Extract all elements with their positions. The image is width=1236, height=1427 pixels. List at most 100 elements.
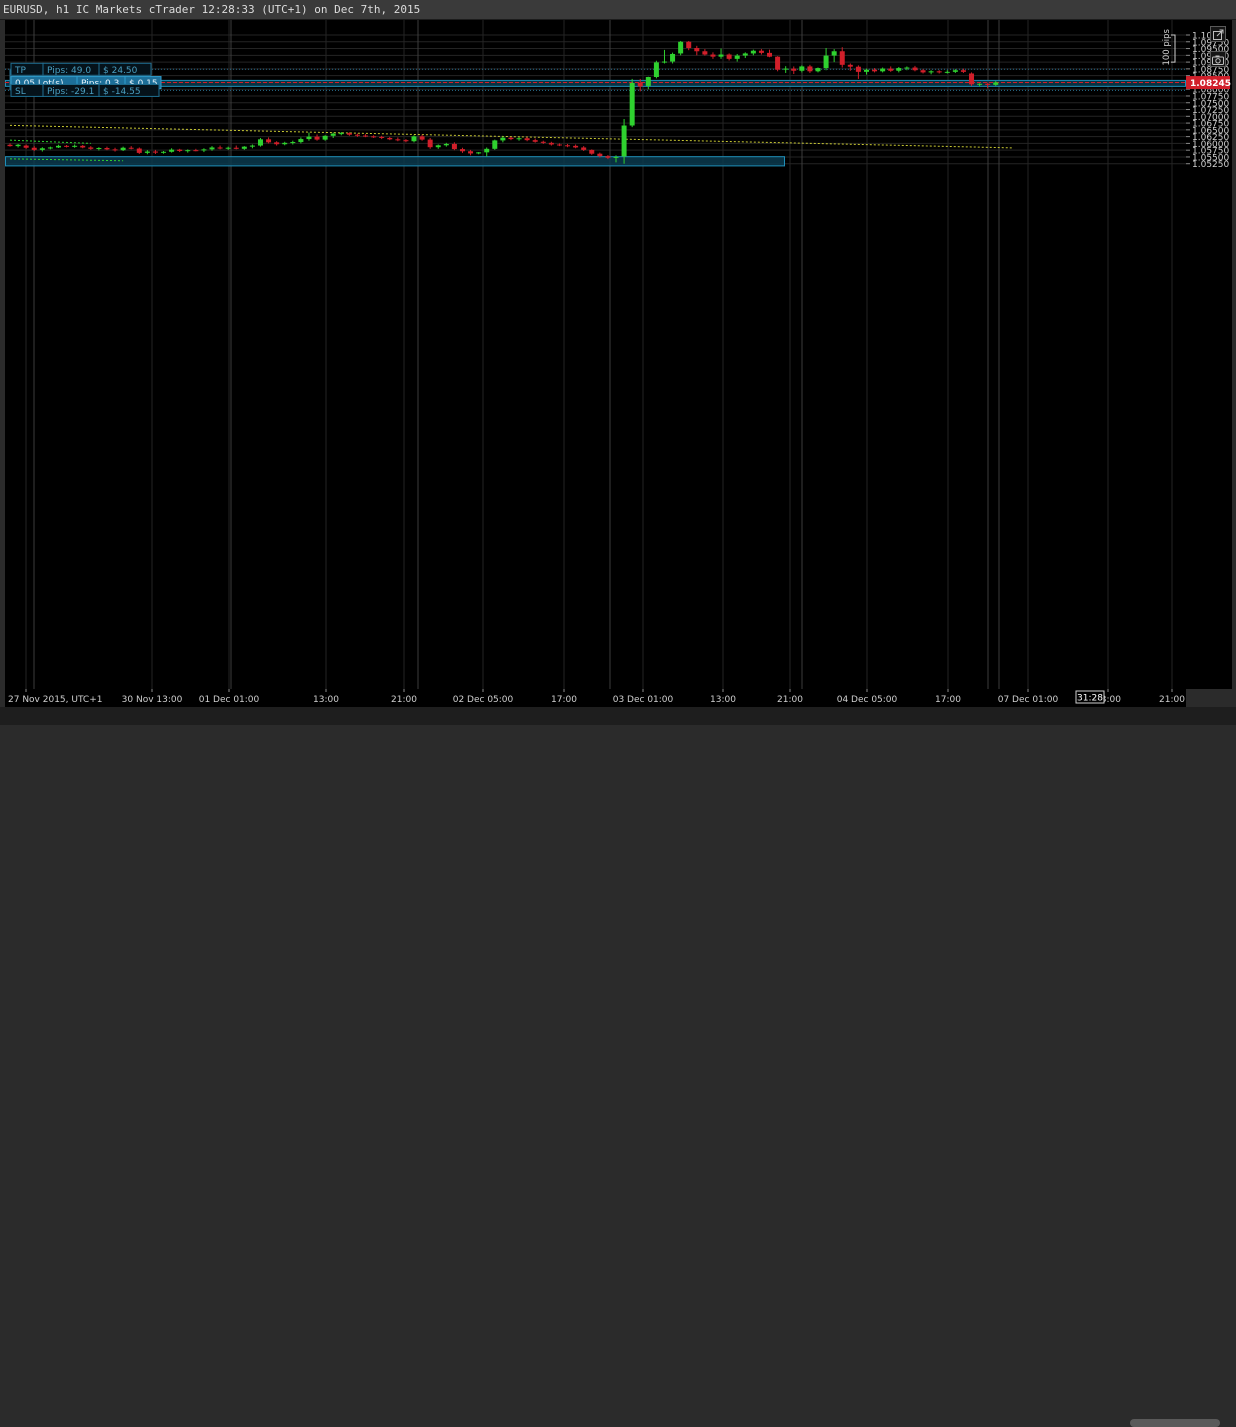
bear-candle[interactable] [548, 142, 554, 145]
bull-candle[interactable] [977, 83, 983, 85]
bear-candle[interactable] [872, 69, 878, 72]
bear-candle[interactable] [387, 137, 393, 140]
bull-candle[interactable] [55, 145, 61, 148]
bull-candle[interactable] [47, 147, 53, 149]
bear-candle[interactable] [266, 139, 272, 143]
stop-loss-label[interactable]: SL Pips: -29.1 $ -14.55 [10, 83, 160, 97]
bull-candle[interactable] [306, 136, 312, 140]
bull-candle[interactable] [249, 145, 255, 147]
bear-candle[interactable] [23, 145, 29, 148]
bull-candle[interactable] [492, 140, 498, 149]
bear-candle[interactable] [839, 51, 845, 65]
bull-candle[interactable] [185, 150, 191, 152]
bear-candle[interactable] [508, 137, 514, 140]
bear-candle[interactable] [960, 70, 966, 72]
bear-candle[interactable] [136, 148, 142, 153]
bull-candle[interactable] [161, 151, 167, 153]
bear-candle[interactable] [920, 70, 926, 73]
bear-candle[interactable] [855, 66, 861, 72]
bull-candle[interactable] [823, 55, 829, 69]
bear-candle[interactable] [274, 142, 280, 145]
bear-candle[interactable] [403, 140, 409, 142]
bear-candle[interactable] [581, 147, 587, 150]
bear-candle[interactable] [371, 136, 377, 138]
bear-candle[interactable] [451, 143, 457, 150]
bull-candle[interactable] [476, 152, 482, 154]
bear-candle[interactable] [888, 68, 894, 71]
bear-candle[interactable] [969, 73, 975, 85]
bull-candle[interactable] [209, 147, 215, 150]
bear-candle[interactable] [459, 149, 465, 152]
horizontal-scrollbar[interactable] [0, 707, 1236, 1427]
bear-candle[interactable] [791, 68, 797, 71]
bear-candle[interactable] [80, 145, 86, 148]
bear-candle[interactable] [64, 145, 70, 147]
bull-candle[interactable] [257, 139, 263, 146]
bull-candle[interactable] [96, 148, 102, 150]
scrollbar-thumb[interactable] [1130, 1419, 1220, 1427]
bear-candle[interactable] [419, 136, 425, 140]
bear-candle[interactable] [540, 141, 546, 143]
bear-candle[interactable] [847, 64, 853, 67]
bear-candle[interactable] [233, 147, 239, 149]
bull-candle[interactable] [225, 147, 231, 149]
bull-candle[interactable] [290, 142, 296, 144]
bear-candle[interactable] [7, 144, 13, 147]
bear-candle[interactable] [363, 135, 369, 137]
bear-candle[interactable] [346, 133, 352, 135]
time-axis[interactable]: 27 Nov 2015, UTC+1 30 Nov 13:00 01 Dec 01:… [5, 689, 1186, 707]
camera-icon[interactable] [1210, 51, 1226, 67]
bear-candle[interactable] [710, 54, 716, 57]
bull-candle[interactable] [750, 50, 756, 54]
bull-candle[interactable] [645, 77, 651, 86]
bear-candle[interactable] [702, 51, 708, 55]
bull-candle[interactable] [944, 71, 950, 73]
bull-candle[interactable] [15, 144, 21, 147]
bull-candle[interactable] [783, 68, 789, 70]
chart-plot-area[interactable]: TPPips: 49.0$ 24.500.05 Lot(s)Pips: 0.3$… [5, 20, 1186, 689]
bull-candle[interactable] [952, 70, 958, 72]
bull-candle[interactable] [500, 137, 506, 141]
bull-candle[interactable] [144, 151, 150, 153]
bear-candle[interactable] [314, 136, 320, 140]
bull-candle[interactable] [734, 55, 740, 59]
bear-candle[interactable] [128, 147, 134, 149]
bear-candle[interactable] [152, 151, 158, 153]
bear-candle[interactable] [31, 147, 37, 150]
bear-candle[interactable] [605, 156, 611, 158]
popout-icon[interactable] [1210, 26, 1226, 42]
bear-candle[interactable] [354, 134, 360, 136]
bull-candle[interactable] [330, 133, 336, 136]
bull-candle[interactable] [621, 125, 627, 157]
candlestick-chart[interactable]: TPPips: 49.0$ 24.500.05 Lot(s)Pips: 0.3$… [5, 20, 1186, 689]
bear-candle[interactable] [573, 145, 579, 148]
bear-candle[interactable] [112, 149, 118, 151]
bull-candle[interactable] [443, 143, 449, 146]
bull-candle[interactable] [742, 53, 748, 56]
bear-candle[interactable] [395, 139, 401, 141]
bear-candle[interactable] [589, 149, 595, 154]
bull-candle[interactable] [653, 62, 659, 78]
bear-candle[interactable] [88, 147, 94, 149]
bear-candle[interactable] [468, 151, 474, 154]
bull-candle[interactable] [241, 146, 247, 149]
bull-candle[interactable] [670, 53, 676, 62]
bull-candle[interactable] [880, 68, 886, 72]
bear-candle[interactable] [193, 150, 199, 152]
bear-candle[interactable] [532, 140, 538, 142]
bull-candle[interactable] [661, 61, 667, 63]
bull-candle[interactable] [831, 51, 837, 56]
bear-candle[interactable] [726, 54, 732, 59]
bull-candle[interactable] [993, 82, 999, 85]
bull-candle[interactable] [799, 66, 805, 71]
bull-candle[interactable] [516, 138, 522, 140]
bull-candle[interactable] [39, 148, 45, 150]
bull-candle[interactable] [282, 142, 288, 145]
bull-candle[interactable] [815, 68, 821, 72]
bull-candle[interactable] [629, 82, 635, 126]
take-profit-label[interactable]: TP Pips: 49.0 $ 24.50 [10, 62, 152, 76]
bear-candle[interactable] [758, 50, 764, 53]
bull-candle[interactable] [411, 136, 417, 142]
bear-candle[interactable] [556, 144, 562, 146]
bear-candle[interactable] [104, 148, 110, 150]
